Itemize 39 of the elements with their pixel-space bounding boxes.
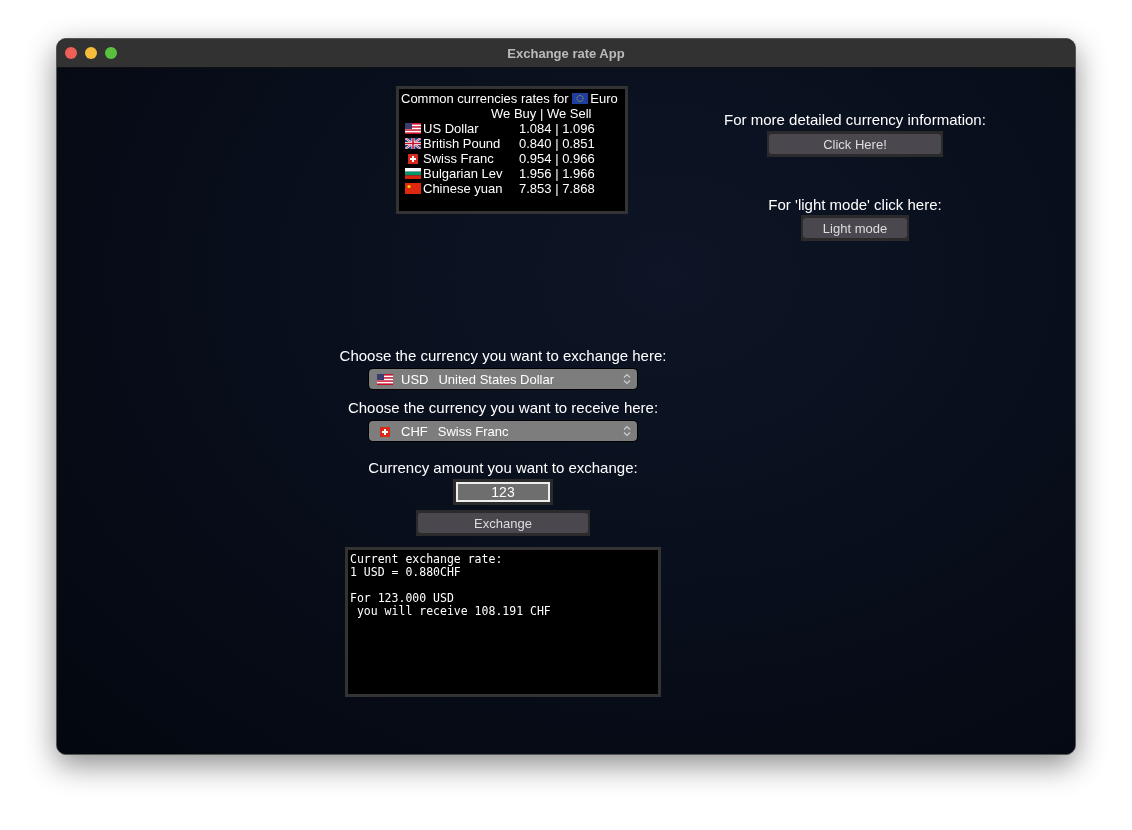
close-button[interactable] xyxy=(65,47,77,59)
exchange-button[interactable]: Exchange xyxy=(418,513,588,533)
window-title: Exchange rate App xyxy=(507,45,625,61)
rates-heading: Common currencies rates for xyxy=(401,91,570,106)
flag-icon xyxy=(377,425,393,437)
chevron-icon xyxy=(623,373,631,385)
rate-values: 7.853 | 7.868 xyxy=(519,181,595,196)
flag-icon xyxy=(405,183,421,194)
result-text: Current exchange rate: 1 USD = 0.880CHF For 123.000 USD you will receive 108.191 CHF xyxy=(345,547,661,697)
flag-icon xyxy=(405,123,421,134)
rate-values: 1.956 | 1.966 xyxy=(519,166,595,181)
amount-label: Currency amount you want to exchange: xyxy=(368,459,638,476)
currency-name: Bulgarian Lev xyxy=(423,166,504,181)
rate-values: 0.954 | 0.966 xyxy=(519,151,595,166)
currency-name: Chinese yuan xyxy=(423,181,504,196)
flag-icon xyxy=(405,168,421,179)
flag-icon xyxy=(405,153,421,164)
click-here-button[interactable]: Click Here! xyxy=(769,134,941,154)
flag-icon xyxy=(377,373,393,385)
currency-name: Swiss Franc xyxy=(423,151,495,166)
rate-values: 0.840 | 0.851 xyxy=(519,136,595,151)
info-label: For more detailed currency information: xyxy=(724,111,986,128)
flag-icon xyxy=(572,93,589,104)
flag-icon xyxy=(405,138,421,149)
light-mode-button[interactable]: Light mode xyxy=(803,218,907,238)
currency-dropdown[interactable]: CHF Swiss Franc xyxy=(369,421,637,441)
minimize-button[interactable] xyxy=(85,47,97,59)
column-headers: We Buy | We Sell xyxy=(491,106,592,121)
rate-values: 1.084 | 1.096 xyxy=(519,121,595,136)
amount-field[interactable]: 123 xyxy=(456,482,550,502)
light-mode-label: For 'light mode' click here: xyxy=(768,196,942,213)
zoom-button[interactable] xyxy=(105,47,117,59)
chevron-icon xyxy=(623,425,631,437)
currency-name: British Pound xyxy=(423,136,502,151)
currency-label: Choose the currency you want to receive here: xyxy=(347,399,659,416)
currency-label: Choose the currency you want to exchange here: xyxy=(339,347,667,364)
currency-dropdown[interactable]: USD United States Dollar xyxy=(369,369,637,389)
currency-name: US Dollar xyxy=(423,121,480,136)
base-currency: Euro xyxy=(590,91,618,106)
